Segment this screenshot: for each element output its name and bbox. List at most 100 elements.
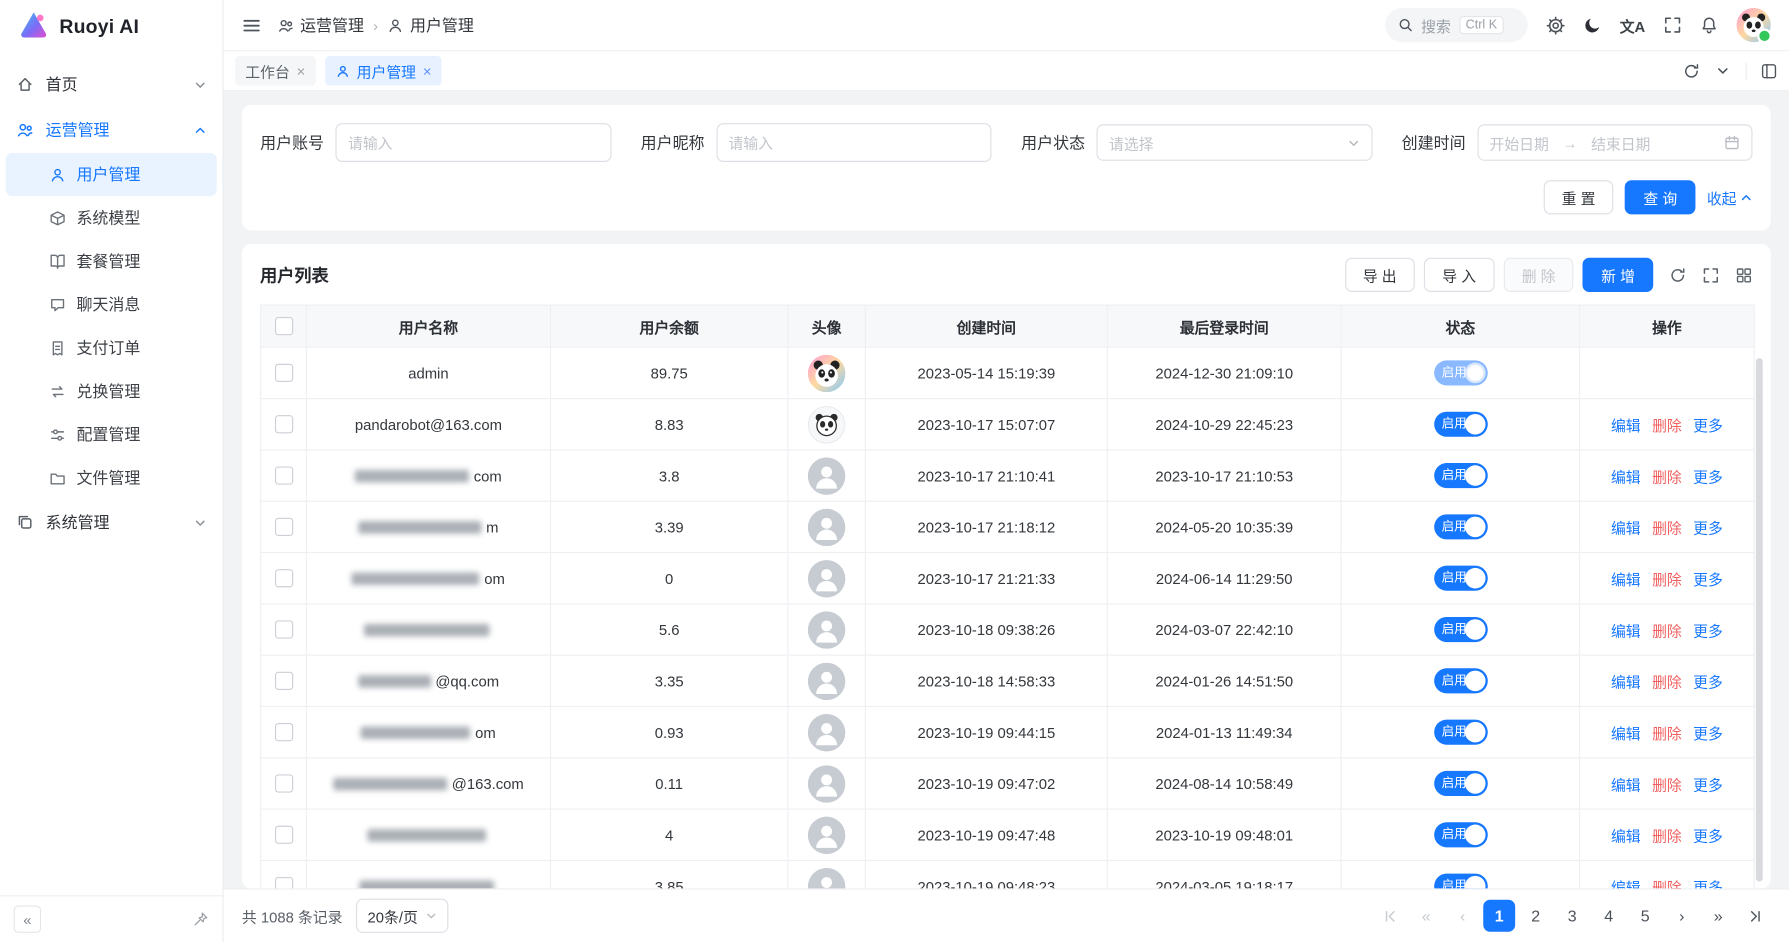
prev-page-button[interactable]: ‹ <box>1447 900 1479 932</box>
delete-link[interactable]: 删除 <box>1652 417 1682 434</box>
avatar[interactable] <box>808 611 846 649</box>
status-toggle[interactable]: 启用 <box>1434 668 1488 693</box>
sidebar-collapse-button[interactable]: « <box>14 906 41 933</box>
row-checkbox[interactable] <box>274 826 292 844</box>
refresh-icon[interactable] <box>1669 266 1686 283</box>
prev-10-pages-button[interactable]: « <box>1410 900 1442 932</box>
table-scrollbar[interactable] <box>1756 358 1763 881</box>
search-input[interactable]: 搜索 Ctrl K <box>1385 8 1528 42</box>
delete-link[interactable]: 删除 <box>1652 468 1682 485</box>
row-checkbox[interactable] <box>274 672 292 690</box>
status-toggle[interactable]: 启用 <box>1434 566 1488 591</box>
collapse-filter-link[interactable]: 收起 <box>1707 186 1753 208</box>
breadcrumb-operations[interactable]: 运营管理 <box>277 14 364 37</box>
edit-link[interactable]: 编辑 <box>1611 725 1641 742</box>
row-checkbox[interactable] <box>274 621 292 639</box>
avatar[interactable] <box>808 662 846 700</box>
breadcrumb-users[interactable]: 用户管理 <box>387 14 474 37</box>
status-toggle[interactable]: 启用 <box>1434 617 1488 642</box>
settings-icon[interactable] <box>1546 15 1565 34</box>
delete-button[interactable]: 删 除 <box>1503 258 1573 292</box>
delete-link[interactable]: 删除 <box>1652 673 1682 690</box>
avatar[interactable] <box>808 816 846 854</box>
import-button[interactable]: 导 入 <box>1424 258 1494 292</box>
edit-link[interactable]: 编辑 <box>1611 417 1641 434</box>
avatar[interactable] <box>808 867 846 888</box>
row-checkbox[interactable] <box>274 569 292 587</box>
avatar[interactable] <box>808 713 846 751</box>
edit-link[interactable]: 编辑 <box>1611 827 1641 844</box>
export-button[interactable]: 导 出 <box>1345 258 1415 292</box>
edit-link[interactable]: 编辑 <box>1611 673 1641 690</box>
row-checkbox[interactable] <box>274 877 292 888</box>
add-button[interactable]: 新 增 <box>1583 258 1653 292</box>
first-page-button[interactable] <box>1374 900 1406 932</box>
sidebar-subitem-6[interactable]: 配置管理 <box>6 413 217 456</box>
avatar[interactable] <box>808 765 846 803</box>
notifications-icon[interactable] <box>1700 16 1718 34</box>
row-checkbox[interactable] <box>274 775 292 793</box>
sidebar-subitem-0[interactable]: 用户管理 <box>6 153 217 196</box>
status-toggle[interactable]: 启用 <box>1434 720 1488 745</box>
more-link[interactable]: 更多 <box>1693 725 1723 742</box>
translate-icon[interactable]: 文A <box>1620 14 1646 36</box>
fullscreen-icon[interactable] <box>1663 16 1681 34</box>
row-checkbox[interactable] <box>274 723 292 741</box>
edit-link[interactable]: 编辑 <box>1611 879 1641 889</box>
delete-link[interactable]: 删除 <box>1652 571 1682 588</box>
delete-link[interactable]: 删除 <box>1652 776 1682 793</box>
more-link[interactable]: 更多 <box>1693 827 1723 844</box>
sidebar-subitem-5[interactable]: 兑换管理 <box>6 370 217 413</box>
edit-link[interactable]: 编辑 <box>1611 571 1641 588</box>
delete-link[interactable]: 删除 <box>1652 725 1682 742</box>
sidebar-subitem-2[interactable]: 套餐管理 <box>6 239 217 282</box>
more-link[interactable]: 更多 <box>1693 879 1723 889</box>
avatar[interactable] <box>808 457 846 495</box>
query-button[interactable]: 查 询 <box>1625 180 1695 214</box>
tab-users[interactable]: 用户管理 × <box>325 56 442 86</box>
edit-link[interactable]: 编辑 <box>1611 519 1641 536</box>
chevron-down-icon[interactable] <box>1716 64 1730 78</box>
sidebar-subitem-7[interactable]: 文件管理 <box>6 456 217 499</box>
user-avatar[interactable] <box>1737 8 1771 42</box>
refresh-icon[interactable] <box>1683 62 1700 79</box>
next-10-pages-button[interactable]: » <box>1702 900 1734 932</box>
sidebar-subitem-1[interactable]: 系统模型 <box>6 196 217 239</box>
column-settings-icon[interactable] <box>1735 266 1752 283</box>
table-fullscreen-icon[interactable] <box>1702 266 1719 283</box>
row-checkbox[interactable] <box>274 518 292 536</box>
page-button-4[interactable]: 4 <box>1593 900 1625 932</box>
reset-button[interactable]: 重 置 <box>1543 180 1613 214</box>
more-link[interactable]: 更多 <box>1693 519 1723 536</box>
delete-link[interactable]: 删除 <box>1652 622 1682 639</box>
last-page-button[interactable] <box>1739 900 1771 932</box>
sidebar-item-home[interactable]: 首页 <box>0 62 222 108</box>
expand-icon[interactable] <box>1746 62 1778 79</box>
close-icon[interactable]: × <box>423 63 432 78</box>
avatar[interactable] <box>808 354 846 392</box>
sidebar-item-system[interactable]: 系统管理 <box>0 500 222 546</box>
edit-link[interactable]: 编辑 <box>1611 776 1641 793</box>
status-toggle[interactable]: 启用 <box>1434 514 1488 539</box>
more-link[interactable]: 更多 <box>1693 468 1723 485</box>
status-toggle[interactable]: 启用 <box>1434 874 1488 889</box>
page-button-5[interactable]: 5 <box>1629 900 1661 932</box>
edit-link[interactable]: 编辑 <box>1611 622 1641 639</box>
delete-link[interactable]: 删除 <box>1652 827 1682 844</box>
page-button-3[interactable]: 3 <box>1556 900 1588 932</box>
row-checkbox[interactable] <box>274 364 292 382</box>
more-link[interactable]: 更多 <box>1693 673 1723 690</box>
row-checkbox[interactable] <box>274 415 292 433</box>
menu-toggle-icon[interactable] <box>242 15 261 34</box>
nickname-input[interactable] <box>716 123 992 162</box>
tab-workbench[interactable]: 工作台 × <box>235 56 316 86</box>
select-all-checkbox[interactable] <box>274 317 292 335</box>
delete-link[interactable]: 删除 <box>1652 519 1682 536</box>
sidebar-item-operations[interactable]: 运营管理 <box>0 107 222 153</box>
avatar[interactable] <box>808 559 846 597</box>
status-toggle[interactable]: 启用 <box>1434 771 1488 796</box>
status-toggle[interactable]: 启用 <box>1434 412 1488 437</box>
page-button-2[interactable]: 2 <box>1520 900 1552 932</box>
status-toggle[interactable]: 启用 <box>1434 360 1488 385</box>
page-size-select[interactable]: 20条/页 <box>356 899 449 933</box>
